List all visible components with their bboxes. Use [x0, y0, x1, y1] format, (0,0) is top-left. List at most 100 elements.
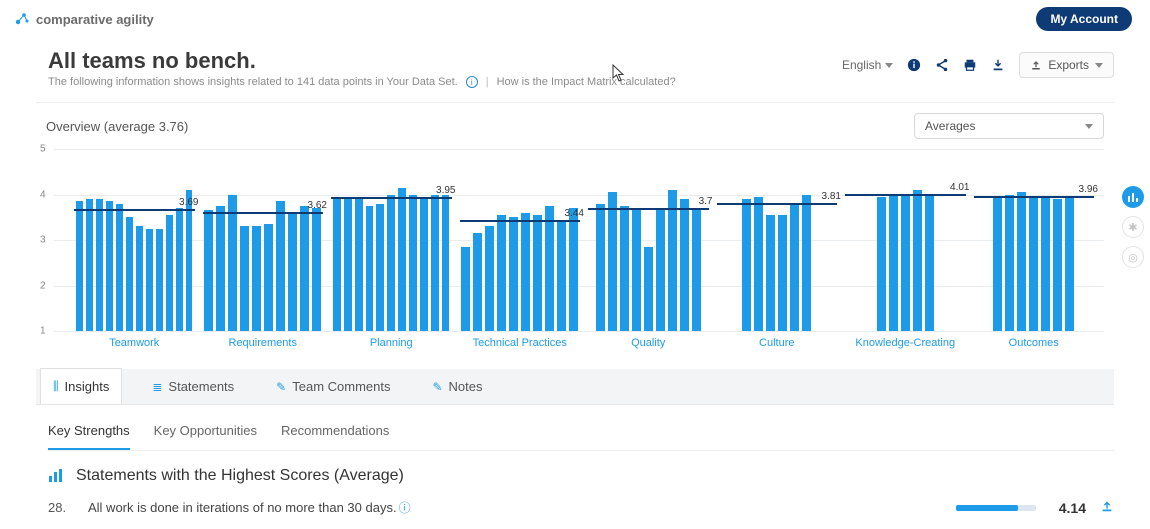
bar[interactable] — [692, 210, 701, 331]
bar[interactable] — [742, 199, 751, 331]
chart-view-bars-button[interactable] — [1122, 186, 1144, 208]
exports-button[interactable]: Exports — [1019, 52, 1114, 78]
bar[interactable] — [146, 229, 153, 331]
bar[interactable] — [545, 206, 554, 331]
bar[interactable] — [366, 206, 374, 331]
bar[interactable] — [485, 226, 494, 331]
download-icon[interactable] — [991, 58, 1005, 72]
bar[interactable] — [680, 199, 689, 331]
bar[interactable] — [156, 229, 163, 331]
tab-statements[interactable]: ≣Statements — [140, 369, 246, 404]
bar[interactable] — [509, 217, 518, 331]
help-icon[interactable]: ⓘ — [399, 501, 411, 515]
bar[interactable] — [877, 197, 886, 331]
bar[interactable] — [442, 195, 450, 332]
bar[interactable] — [312, 208, 321, 331]
bar[interactable] — [166, 215, 173, 331]
category-label[interactable]: Quality — [584, 337, 713, 349]
bar[interactable] — [264, 224, 273, 331]
bar[interactable] — [116, 204, 123, 331]
bar[interactable] — [387, 195, 395, 332]
bar[interactable] — [889, 195, 898, 332]
bar[interactable] — [1053, 199, 1062, 331]
bar[interactable] — [925, 195, 934, 332]
metric-dropdown[interactable]: Averages — [914, 113, 1104, 139]
bar[interactable] — [86, 199, 93, 331]
language-select[interactable]: English — [842, 58, 893, 72]
bar[interactable] — [136, 226, 143, 331]
category-label[interactable]: Planning — [327, 337, 456, 349]
bar[interactable] — [993, 197, 1002, 331]
impact-matrix-link[interactable]: How is the Impact Matrix calculated? — [497, 76, 676, 88]
category-label[interactable]: Outcomes — [970, 337, 1099, 349]
bar[interactable] — [1005, 195, 1014, 332]
bar[interactable] — [300, 206, 309, 331]
info-icon[interactable]: i — [466, 76, 478, 88]
bar[interactable] — [204, 210, 213, 331]
share-icon[interactable] — [935, 58, 949, 72]
bar[interactable] — [766, 215, 775, 331]
bar[interactable] — [533, 215, 542, 331]
category-label[interactable]: Teamwork — [70, 337, 199, 349]
bar[interactable] — [76, 201, 83, 331]
category-label[interactable]: Requirements — [199, 337, 328, 349]
bar[interactable] — [431, 195, 439, 332]
bar[interactable] — [644, 247, 653, 331]
bar[interactable] — [228, 195, 237, 332]
bar[interactable] — [1065, 197, 1074, 331]
bar[interactable] — [802, 195, 811, 332]
bar[interactable] — [288, 213, 297, 331]
bar[interactable] — [420, 197, 428, 331]
tab-notes[interactable]: ✎Notes — [420, 369, 494, 404]
bar[interactable] — [126, 217, 133, 331]
category-label[interactable]: Knowledge-Creating — [841, 337, 970, 349]
bar[interactable] — [790, 204, 799, 331]
bar[interactable] — [176, 208, 183, 331]
bar[interactable] — [497, 215, 506, 331]
bar[interactable] — [355, 197, 363, 331]
category-label[interactable]: Technical Practices — [456, 337, 585, 349]
bar[interactable] — [754, 197, 763, 331]
bar[interactable] — [344, 197, 352, 331]
bar[interactable] — [1017, 192, 1026, 331]
statement-upload-button[interactable] — [1100, 499, 1114, 516]
bar[interactable] — [186, 190, 193, 331]
bar[interactable] — [96, 199, 103, 331]
bar[interactable] — [1041, 197, 1050, 331]
bar[interactable] — [106, 201, 113, 331]
bar[interactable] — [569, 208, 578, 331]
subtab-key-strengths[interactable]: Key Strengths — [48, 415, 130, 450]
tab-insights[interactable]: ⫼Insights — [40, 368, 122, 404]
info-circle-icon[interactable] — [907, 58, 921, 72]
bar[interactable] — [333, 199, 341, 331]
bar[interactable] — [778, 215, 787, 331]
bar[interactable] — [557, 220, 566, 331]
bar[interactable] — [656, 208, 665, 331]
bar[interactable] — [240, 226, 249, 331]
bar[interactable] — [608, 192, 617, 331]
bar[interactable] — [596, 204, 605, 331]
bar[interactable] — [668, 190, 677, 331]
bar[interactable] — [409, 195, 417, 332]
my-account-button[interactable]: My Account — [1036, 7, 1132, 31]
subtab-recommendations[interactable]: Recommendations — [281, 415, 389, 450]
bar[interactable] — [461, 247, 470, 331]
bar[interactable] — [620, 206, 629, 331]
bar[interactable] — [276, 201, 285, 331]
print-icon[interactable] — [963, 58, 977, 72]
bar[interactable] — [398, 188, 406, 331]
bar[interactable] — [632, 208, 641, 331]
bar[interactable] — [473, 233, 482, 331]
subtab-key-opportunities[interactable]: Key Opportunities — [154, 415, 257, 450]
category-label[interactable]: Culture — [713, 337, 842, 349]
tab-team-comments[interactable]: ✎Team Comments — [264, 369, 402, 404]
chart-view-other-button[interactable]: ◎ — [1122, 246, 1144, 268]
bar[interactable] — [376, 204, 384, 331]
bar[interactable] — [252, 226, 261, 331]
chart-view-snow-button[interactable]: ✱ — [1122, 216, 1144, 238]
bar[interactable] — [913, 190, 922, 331]
bar[interactable] — [521, 213, 530, 331]
bar[interactable] — [216, 206, 225, 331]
bar[interactable] — [1029, 197, 1038, 331]
bar[interactable] — [901, 195, 910, 332]
